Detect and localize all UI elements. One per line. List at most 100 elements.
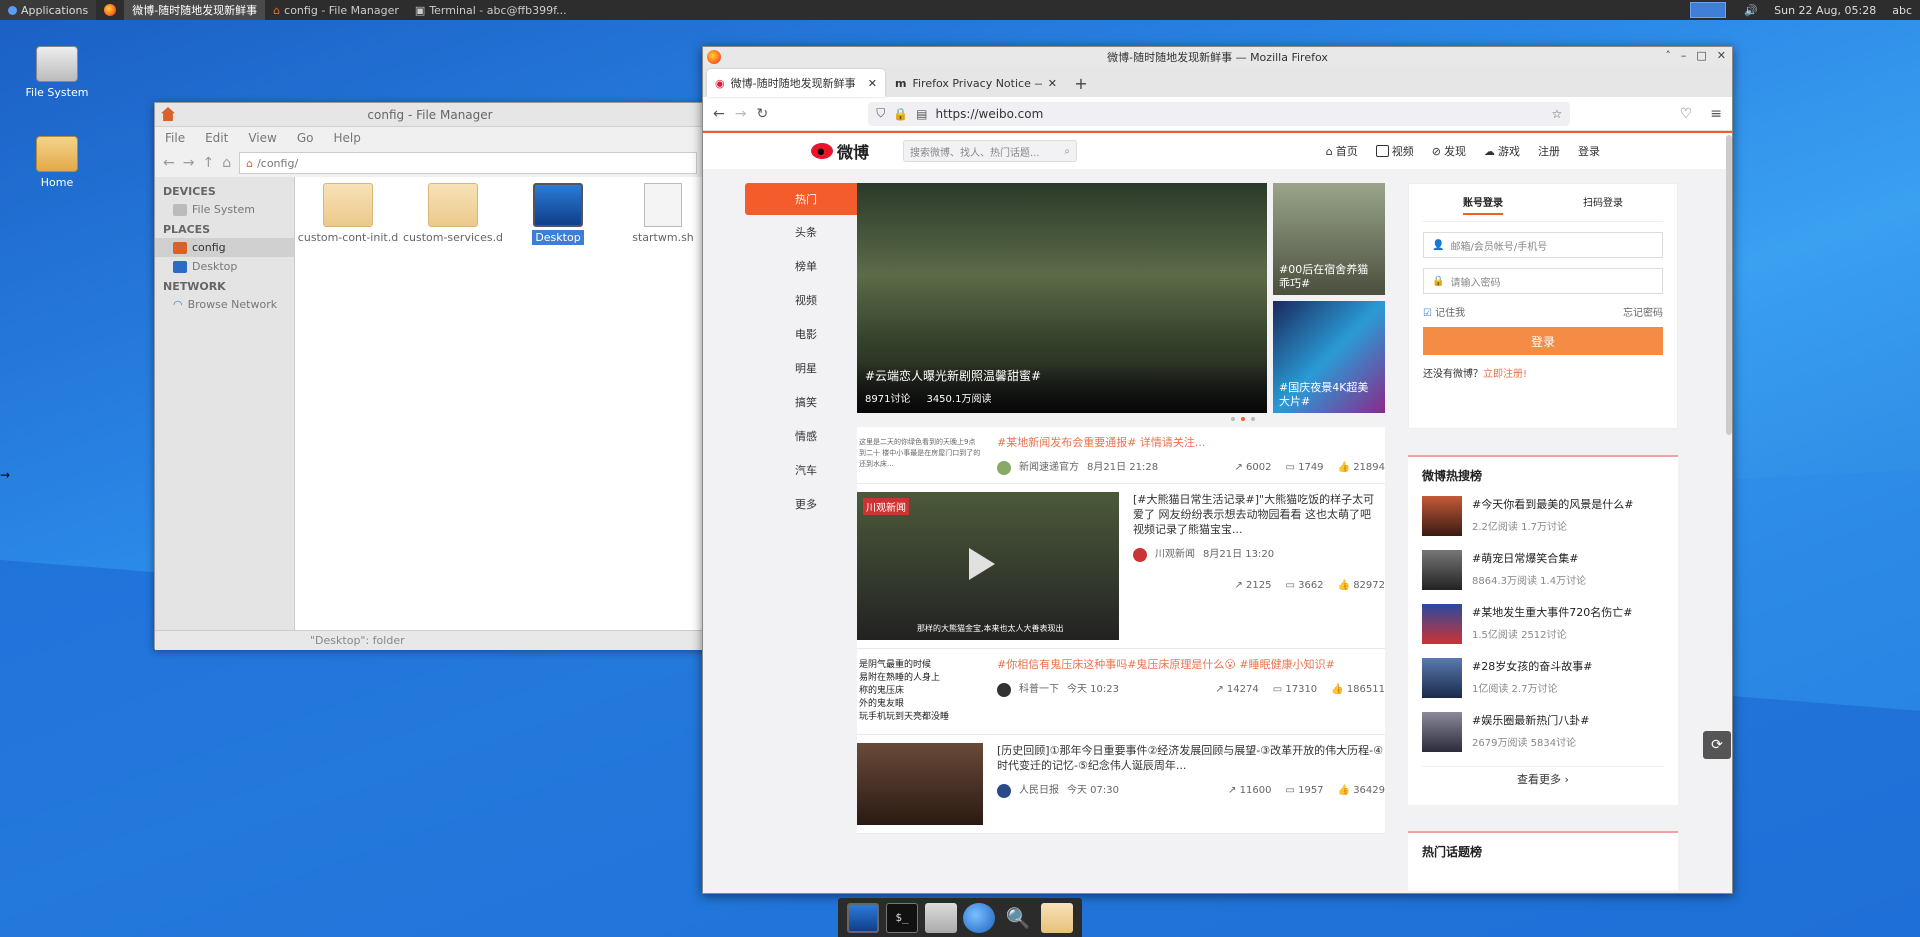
register-link[interactable]: 立即注册!	[1483, 369, 1527, 380]
feed-item[interactable]: 是阴气最重的时候 易附在熟睡的人身上 称的鬼压床 外的鬼友眼 玩手机玩到天亮都没…	[857, 649, 1385, 735]
up-arrow-icon[interactable]: ↑	[202, 155, 214, 171]
file-item-desktop[interactable]: Desktop	[505, 177, 611, 245]
hero-side-card[interactable]: #国庆夜景4K超美大片#	[1273, 301, 1385, 413]
web-browser-icon[interactable]	[963, 902, 996, 933]
share-icon[interactable]: ↗ 14274	[1215, 682, 1258, 697]
menu-help[interactable]: Help	[333, 131, 360, 145]
volume-icon[interactable]: 🔊	[1736, 0, 1766, 20]
desktop-icon-file-system[interactable]: File System	[12, 46, 102, 99]
bookmark-star-icon[interactable]: ☆	[1551, 107, 1562, 121]
left-nav-item[interactable]: 视频	[745, 283, 867, 317]
sidebar-item-file-system[interactable]: File System	[155, 200, 294, 219]
left-nav-item[interactable]: 头条	[745, 215, 867, 249]
forward-arrow-icon[interactable]: →	[183, 155, 195, 171]
forgot-password-link[interactable]: 忘记密码	[1623, 304, 1663, 319]
sidebar-item-desktop[interactable]: Desktop	[155, 257, 294, 276]
sidebar-item-browse-network[interactable]: ◠ Browse Network	[155, 295, 294, 314]
back-arrow-icon[interactable]: ←	[163, 155, 175, 171]
left-nav-item[interactable]: 热门	[745, 183, 867, 215]
pocket-icon[interactable]: ♡	[1680, 106, 1693, 122]
avatar[interactable]	[1133, 547, 1147, 562]
hero-side-card[interactable]: #00后在宿舍养猫 乖巧#	[1273, 183, 1385, 295]
url-bar[interactable]: ⛉ 🔒 ▤ https://weibo.com ☆	[868, 101, 1571, 126]
file-item-startwm[interactable]: startwm.sh	[610, 177, 716, 244]
taskbar-item-firefox[interactable]: 微博-随时随地发现新鲜事	[124, 0, 266, 20]
file-item-custom-cont-init[interactable]: custom-cont-init.d	[295, 177, 401, 244]
applications-menu[interactable]: Applications	[0, 0, 97, 20]
comment-icon[interactable]: ▭ 17310	[1273, 682, 1317, 697]
menu-file[interactable]: File	[165, 131, 185, 145]
tab-qr-login[interactable]: 扫码登录	[1583, 194, 1623, 215]
menu-edit[interactable]: Edit	[205, 131, 228, 145]
search-icon[interactable]: ⌕	[1064, 146, 1070, 157]
firefox-launcher-icon[interactable]	[96, 0, 124, 20]
like-icon[interactable]: 👍 186511	[1331, 682, 1385, 697]
location-bar[interactable]: ⌂ /config/	[239, 152, 697, 174]
username-field[interactable]: 👤 邮箱/会员帐号/手机号	[1423, 232, 1663, 258]
hot-item[interactable]: #娱乐圈最新热门八卦# 2679万阅读 5834讨论	[1422, 712, 1664, 752]
clock[interactable]: Sun 22 Aug, 05:28	[1766, 0, 1884, 20]
nav-register[interactable]: 注册	[1538, 143, 1560, 159]
play-icon[interactable]	[969, 548, 995, 580]
like-icon[interactable]: 👍 36429	[1338, 783, 1385, 798]
comment-icon[interactable]: ▭ 3662	[1285, 578, 1323, 593]
close-icon[interactable]: ✕	[1717, 49, 1726, 62]
comment-icon[interactable]: ▭ 1749	[1285, 460, 1323, 475]
workspace-switcher[interactable]	[1690, 2, 1727, 18]
sidebar-item-config[interactable]: config	[155, 238, 294, 257]
home-folder-icon[interactable]	[924, 902, 957, 933]
minimize-icon[interactable]: –	[1681, 49, 1687, 62]
menu-go[interactable]: Go	[297, 131, 314, 145]
share-icon[interactable]: ↗ 6002	[1234, 460, 1271, 475]
taskbar-item-terminal[interactable]: ▣ Terminal - abc@ffb399f...	[407, 0, 575, 20]
hamburger-menu-icon[interactable]: ≡	[1710, 106, 1722, 122]
hot-item[interactable]: #萌宠日常爆笑合集# 8864.3万阅读 1.4万讨论	[1422, 550, 1664, 590]
hot-item[interactable]: #今天你看到最美的风景是什么# 2.2亿阅读 1.7万讨论	[1422, 496, 1664, 536]
hero-main-card[interactable]: #云端恋人曝光新剧照温馨甜蜜# 8971讨论 3450.1万阅读	[857, 183, 1267, 413]
tab-close-icon[interactable]: ✕	[1048, 77, 1057, 90]
tab-weibo[interactable]: ◉ 微博-随时随地发现新鲜事 ✕	[707, 69, 885, 97]
reload-icon[interactable]: ↻	[756, 106, 768, 122]
terminal-icon[interactable]: $_	[885, 902, 918, 933]
tab-privacy-notice[interactable]: m Firefox Privacy Notice — ✕	[887, 69, 1065, 97]
taskbar-item-file-manager[interactable]: ⌂ config - File Manager	[265, 0, 407, 20]
nav-login[interactable]: 登录	[1578, 143, 1600, 159]
nav-home[interactable]: ⌂ 首页	[1326, 143, 1358, 159]
left-nav-item[interactable]: 更多	[745, 487, 867, 521]
avatar[interactable]	[997, 460, 1011, 475]
maximize-icon[interactable]: □	[1696, 49, 1706, 62]
tab-close-icon[interactable]: ✕	[868, 77, 877, 90]
tab-account-login[interactable]: 账号登录	[1463, 194, 1503, 215]
left-nav-item[interactable]: 搞笑	[745, 385, 867, 419]
new-tab-plus-icon[interactable]: +	[1067, 69, 1095, 97]
magnifier-icon[interactable]: 🔍	[1002, 903, 1034, 933]
weibo-search-input[interactable]: 搜索微博、找人、热门话题... ⌕	[903, 140, 1078, 162]
back-arrow-icon[interactable]: ←	[713, 106, 725, 122]
avatar[interactable]	[997, 783, 1011, 798]
show-desktop-icon[interactable]	[847, 902, 880, 933]
view-more-link[interactable]: 查看更多 ›	[1422, 766, 1664, 787]
video-thumbnail[interactable]: 川观新闻 那样的大熊猫金宝,本来也太人大善表现出	[857, 492, 1119, 640]
file-item-custom-services[interactable]: custom-services.d	[400, 177, 506, 244]
share-icon[interactable]: ↗ 11600	[1228, 783, 1271, 798]
shade-icon[interactable]: ˄	[1665, 49, 1671, 62]
scrollbar[interactable]	[1726, 135, 1732, 435]
avatar[interactable]	[997, 682, 1011, 697]
desktop-icon-home[interactable]: Home	[12, 136, 102, 189]
nav-video[interactable]: 视频	[1375, 143, 1414, 159]
user-label[interactable]: abc	[1884, 0, 1920, 20]
hot-item[interactable]: #28岁女孩的奋斗故事# 1亿阅读 2.7万讨论	[1422, 658, 1664, 698]
feed-item[interactable]: 川观新闻 那样的大熊猫金宝,本来也太人大善表现出 [#大熊猫日常生活记录#]"大…	[857, 484, 1385, 649]
feed-item[interactable]: [历史回顾]①那年今日重要事件②经济发展回顾与展望-③改革开放的伟大历程-④时代…	[857, 735, 1385, 834]
password-field[interactable]: 🔒 请输入密码	[1423, 268, 1663, 294]
refresh-icon[interactable]: ⟳	[1703, 731, 1731, 759]
like-icon[interactable]: 👍 82972	[1338, 578, 1385, 593]
folder-icon[interactable]	[1040, 902, 1073, 933]
hot-item[interactable]: #某地发生重大事件720名伤亡# 1.5亿阅读 2512讨论	[1422, 604, 1664, 644]
remember-checkbox[interactable]: ☑ 记住我	[1423, 304, 1465, 319]
home-icon[interactable]: ⌂	[222, 155, 231, 171]
like-icon[interactable]: 👍 21894	[1338, 460, 1385, 475]
left-nav-item[interactable]: 榜单	[745, 249, 867, 283]
left-nav-item[interactable]: 明星	[745, 351, 867, 385]
firefox-titlebar[interactable]: 微博-随时随地发现新鲜事 — Mozilla Firefox ˄ – □ ✕	[703, 47, 1732, 67]
